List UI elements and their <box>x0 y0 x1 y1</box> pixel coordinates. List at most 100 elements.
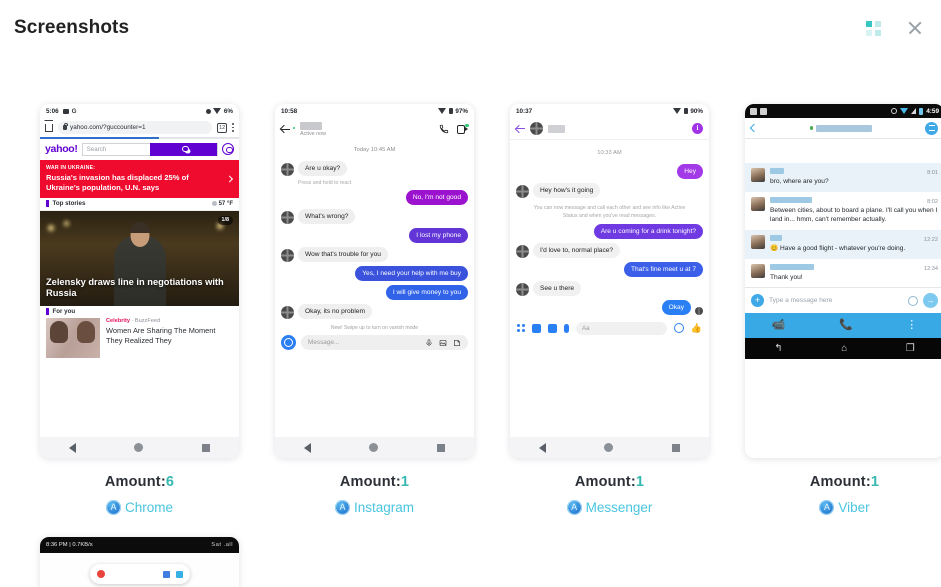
message-input[interactable]: Type a message here <box>769 297 903 304</box>
back-arrow-icon[interactable] <box>281 125 290 134</box>
video-call-icon[interactable]: 📹 <box>772 320 786 331</box>
info-icon[interactable]: i <box>692 123 703 134</box>
status-bar: 10:37 90% <box>510 104 709 118</box>
app-icon <box>105 500 121 515</box>
overflow-menu-icon[interactable] <box>232 123 234 132</box>
read-receipt-avatar <box>695 306 703 315</box>
phone-screenshot-instagram[interactable]: 10:58 97% Active now Today 10:45 AM Are … <box>275 104 474 458</box>
nav-back-icon[interactable] <box>539 442 547 453</box>
message-bubble-outgoing: Are u coming for a drink tonight? <box>593 223 703 239</box>
phone-call-icon[interactable]: 📞 <box>839 320 853 331</box>
weather-widget: 57 °F <box>211 201 233 207</box>
message-top: 8:02 <box>770 196 938 205</box>
search-icon[interactable] <box>149 142 217 156</box>
message-avatar <box>751 196 765 211</box>
gallery-icon[interactable] <box>548 323 557 333</box>
article-list-item[interactable]: Celebrity · BuzzFeed Women Are Sharing T… <box>40 317 239 358</box>
screenshot-gallery: 5:06 G 6% yahoo.com/?guccounter=1 12 yah… <box>0 56 941 587</box>
emoji-icon[interactable] <box>673 323 684 334</box>
hero-article[interactable]: 1/8 Zelensky draws line in negotiations … <box>40 210 239 306</box>
message-avatar <box>281 306 294 319</box>
thumbs-up-icon[interactable]: 👍 <box>691 323 702 333</box>
message-input[interactable]: Aa <box>576 321 667 335</box>
nav-home-icon[interactable] <box>134 443 144 452</box>
status-bar: 5:06 G 6% <box>40 104 239 118</box>
status-right: 6% <box>205 108 233 115</box>
browser-url-bar[interactable] <box>89 564 190 584</box>
add-attachment-icon[interactable]: + <box>751 294 764 308</box>
nav-back-icon[interactable] <box>69 442 77 453</box>
online-dot <box>809 126 814 130</box>
nav-recents-icon[interactable] <box>671 443 680 452</box>
contact-avatar[interactable] <box>530 122 543 135</box>
message-time: 12:34 <box>924 265 938 272</box>
banner-headline: Russia's invasion has displaced 25% of U… <box>46 173 189 192</box>
send-icon[interactable]: → <box>923 293 938 309</box>
message-bubble-incoming: What's wrong? <box>298 209 356 224</box>
nav-back-icon[interactable]: ↰ <box>774 343 782 354</box>
close-icon[interactable] <box>907 20 923 36</box>
nav-home-icon[interactable]: ⌂ <box>841 343 847 354</box>
message-avatar <box>281 249 294 262</box>
article-thumbnail <box>46 317 100 358</box>
emoji-icon[interactable] <box>908 295 918 306</box>
download-icon <box>760 107 767 115</box>
amount-value: 1 <box>635 474 645 490</box>
nav-home-icon[interactable] <box>604 443 614 452</box>
back-arrow-icon[interactable] <box>749 123 759 133</box>
overflow-menu-icon[interactable]: ⋮ <box>906 320 917 331</box>
back-arrow-icon[interactable] <box>516 124 525 133</box>
phone-screenshot-viber[interactable]: 4:59 8:01 bro, where are you? 8:02 Betwe… <box>745 104 941 458</box>
microphone-icon[interactable] <box>564 323 569 333</box>
app-link-viber[interactable]: Viber <box>810 500 879 515</box>
phone-screenshot-chrome[interactable]: 5:06 G 6% yahoo.com/?guccounter=1 12 yah… <box>40 104 239 458</box>
header-actions <box>866 20 923 36</box>
status-battery: 90% <box>690 107 703 115</box>
phone-screenshot-partial[interactable]: 8:36 PM | 0.7KB/s Sat .all <box>40 537 239 587</box>
nav-recents-icon[interactable] <box>436 443 445 452</box>
message-row: I lost my phone <box>275 228 474 243</box>
nav-recents-icon[interactable] <box>201 443 210 452</box>
message-top: 8:01 <box>770 168 938 176</box>
camera-icon[interactable] <box>532 323 541 333</box>
home-icon[interactable] <box>45 123 53 132</box>
tab-count-button[interactable]: 12 <box>217 122 228 133</box>
breaking-news-banner[interactable]: WAR IN UKRAINE: Russia's invasion has di… <box>40 159 239 198</box>
nav-back-icon[interactable] <box>304 442 312 453</box>
phone-screenshot-messenger[interactable]: 10:37 90% i 10:33 AM Hey Hey how's it go… <box>510 104 709 458</box>
gallery-icon[interactable] <box>439 339 447 347</box>
more-apps-icon[interactable] <box>517 324 525 333</box>
browser-url-bar[interactable]: yahoo.com/?guccounter=1 12 <box>40 118 239 137</box>
message-row: I'd love to, normal place? <box>510 242 709 258</box>
yahoo-search-input[interactable]: Search <box>81 142 218 156</box>
tab-icon <box>162 570 170 578</box>
microphone-icon[interactable] <box>425 338 433 347</box>
app-link-messenger[interactable]: Messenger <box>566 500 652 515</box>
amount-row: Amount:1 <box>567 474 653 490</box>
status-battery: 97% <box>455 107 468 115</box>
partial-body <box>40 553 239 587</box>
phone-call-icon[interactable] <box>439 124 449 134</box>
nav-recents-icon[interactable]: ❐ <box>906 343 915 354</box>
grid-view-icon[interactable] <box>866 20 881 36</box>
sticker-icon[interactable] <box>453 339 461 347</box>
url-input[interactable]: yahoo.com/?guccounter=1 <box>58 121 213 134</box>
app-link-instagram[interactable]: Instagram <box>334 500 414 515</box>
app-icon <box>334 500 350 515</box>
chat-menu-icon[interactable] <box>925 121 938 135</box>
message-body: 12:34 Thank you! <box>770 263 938 283</box>
amount-label: Amount: <box>574 474 636 490</box>
avatar[interactable] <box>222 143 234 156</box>
message-input[interactable]: Message... <box>301 335 468 350</box>
nav-home-icon[interactable] <box>369 443 379 452</box>
android-nav-bar <box>40 437 239 458</box>
message-body: 8:02 Between cities, about to board a pl… <box>770 196 938 225</box>
message-time: 8:02 <box>927 198 938 205</box>
day-stamp: Today 10:45 AM <box>353 147 396 153</box>
app-link-chrome[interactable]: Chrome <box>105 500 174 515</box>
video-call-icon[interactable] <box>457 123 469 134</box>
app-name: Chrome <box>124 500 173 515</box>
active-status: Active now <box>300 130 327 137</box>
camera-icon[interactable] <box>281 335 296 350</box>
message-avatar <box>281 163 294 176</box>
